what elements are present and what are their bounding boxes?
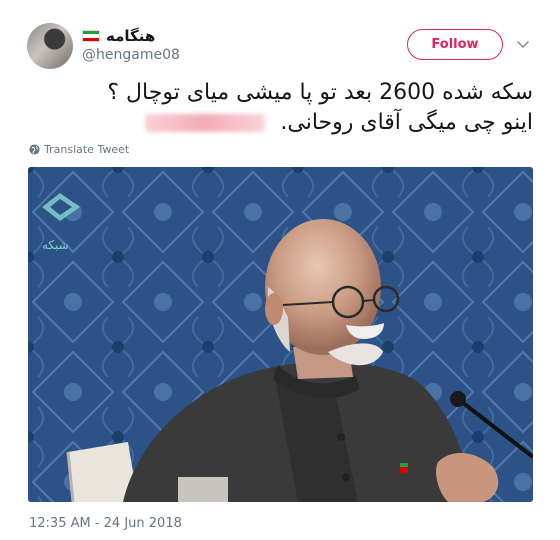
channel-logo-text: شبکه bbox=[42, 238, 69, 252]
globe-icon bbox=[29, 144, 40, 155]
user-handle[interactable]: @hengame08 bbox=[82, 47, 180, 63]
display-name[interactable]: هنگامه bbox=[106, 27, 155, 45]
tweet-text: سکه شده 2600 بعد تو پا میشی میای توچال ؟… bbox=[27, 78, 533, 138]
tweet-card: هنگامه @hengame08 Follow سکه شده 2600 بع… bbox=[0, 0, 560, 540]
tweet-text-line-1: سکه شده 2600 بعد تو پا میشی میای توچال ؟ bbox=[107, 80, 533, 105]
tweet-text-line-2: اینو چی میگی آقای روحانی. bbox=[27, 108, 533, 138]
iran-flag-icon bbox=[82, 30, 100, 42]
avatar[interactable] bbox=[27, 23, 73, 69]
tv-still-image: شبکه bbox=[28, 167, 533, 502]
tweet-timestamp[interactable]: 12:35 AM - 24 Jun 2018 bbox=[29, 516, 182, 531]
blurred-mention bbox=[145, 114, 266, 132]
user-name-line[interactable]: هنگامه bbox=[82, 25, 155, 47]
follow-button[interactable]: Follow bbox=[407, 29, 503, 60]
tweet-media-image[interactable]: شبکه bbox=[28, 167, 533, 502]
translate-tweet-link[interactable]: Translate Tweet bbox=[29, 143, 129, 156]
tweet-text-line-2-main: اینو چی میگی آقای روحانی. bbox=[280, 110, 533, 135]
translate-tweet-label: Translate Tweet bbox=[44, 143, 130, 156]
chevron-down-icon[interactable] bbox=[516, 38, 530, 52]
